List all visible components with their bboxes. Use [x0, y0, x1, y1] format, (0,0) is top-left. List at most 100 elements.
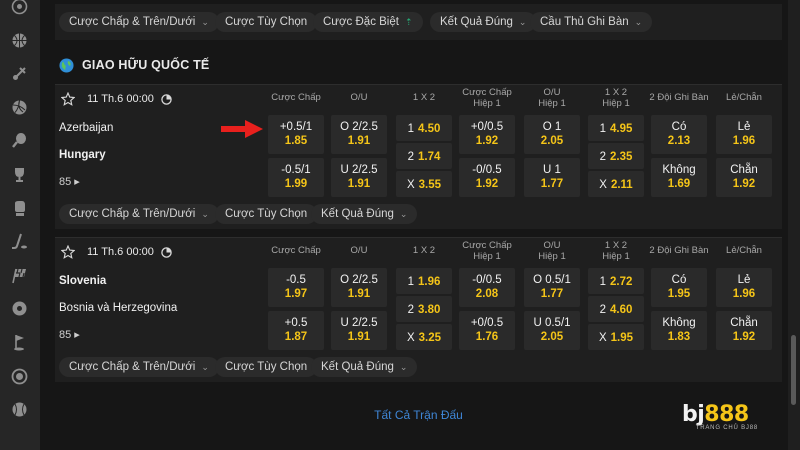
odds-line: Có — [671, 274, 687, 286]
badminton-icon[interactable] — [11, 65, 28, 82]
trophy-icon[interactable] — [11, 166, 28, 183]
market-chip-0[interactable]: Cược Chấp & Trên/Dưới ⌄ — [59, 12, 219, 32]
odds-button[interactable]: X 1.95 — [588, 324, 644, 350]
odds-button[interactable]: 2 1.74 — [396, 143, 452, 169]
odds-button[interactable]: O 2/2.5 1.91 — [331, 268, 387, 307]
ball-icon[interactable] — [11, 300, 28, 317]
odds-button[interactable]: -0/0.5 2.08 — [459, 268, 515, 307]
odds-price: 1.87 — [284, 331, 308, 343]
odds-button[interactable]: X 3.55 — [396, 171, 452, 197]
favorite-star-icon[interactable] — [61, 92, 75, 106]
chip-label: Cược Đặc Biệt — [323, 16, 399, 28]
racing-flag-icon[interactable] — [11, 267, 28, 284]
odds-price: 1.69 — [667, 178, 691, 190]
chevron-right-icon: ▸ — [71, 329, 80, 341]
odds-button[interactable]: Lẻ 1.96 — [716, 268, 772, 307]
odds-price: 2.08 — [475, 288, 499, 300]
match-market-chip-1[interactable]: Cược Tùy Chọn — [215, 357, 318, 377]
odds-button[interactable]: -0.5 1.97 — [268, 268, 324, 307]
volleyball-icon[interactable] — [11, 99, 28, 116]
odds-button[interactable]: +0/0.5 1.76 — [459, 311, 515, 350]
chip-label: Cầu Thủ Ghi Bàn — [540, 16, 629, 28]
odds-price: 1.83 — [667, 331, 691, 343]
golf-icon[interactable] — [11, 334, 28, 351]
odds-button[interactable]: 2 2.35 — [588, 143, 644, 169]
odds-button[interactable]: U 0.5/1 2.05 — [524, 311, 580, 350]
market-chip-3[interactable]: Kết Quả Đúng ⌄ — [430, 12, 537, 32]
odds-button[interactable]: Không 1.83 — [651, 311, 707, 350]
favorite-star-icon[interactable] — [61, 245, 75, 259]
target-icon[interactable] — [11, 368, 28, 385]
market-chip-2[interactable]: Cược Đặc Biệt ⇡ — [313, 12, 423, 32]
odds-price: 1.99 — [284, 178, 308, 190]
odds-button[interactable]: O 0.5/1 1.77 — [524, 268, 580, 307]
basketball-icon[interactable] — [11, 32, 28, 49]
odds-button[interactable]: Chẵn 1.92 — [716, 311, 772, 350]
baseball-icon[interactable] — [11, 401, 28, 418]
hockey-icon[interactable] — [11, 233, 28, 250]
market-chip-1[interactable]: Cược Tùy Chọn — [215, 12, 318, 32]
odds-button[interactable]: Chẵn 1.92 — [716, 158, 772, 197]
odds-button[interactable]: Có 2.13 — [651, 115, 707, 154]
odds-price: 2.35 — [610, 151, 633, 163]
match-market-chip-0[interactable]: Cược Chấp & Trên/Dưới ⌄ — [59, 357, 219, 377]
odds-button[interactable]: 2 4.60 — [588, 296, 644, 322]
match-market-chip-2[interactable]: Kết Quả Đúng ⌄ — [311, 204, 418, 224]
match-market-chip-0[interactable]: Cược Chấp & Trên/Dưới ⌄ — [59, 204, 219, 224]
odds-line: Không — [662, 317, 696, 329]
odds-button[interactable]: 1 4.50 — [396, 115, 452, 141]
odds-button[interactable]: Lẻ 1.96 — [716, 115, 772, 154]
column-header-line1: 1 X 2 — [412, 245, 436, 256]
odds-line: O 2/2.5 — [340, 274, 378, 286]
match-market-chip-2[interactable]: Kết Quả Đúng ⌄ — [311, 357, 418, 377]
more-markets-link[interactable]: 85 ▸ — [59, 175, 80, 188]
column-header-line1: 2 Đội Ghi Bàn — [649, 245, 709, 256]
odds-button[interactable]: 1 1.96 — [396, 268, 452, 294]
bj888-logo: bj888 TRANG CHỦ BJ88 — [682, 402, 758, 436]
odds-button[interactable]: 1 2.72 — [588, 268, 644, 294]
team-away: Bosnia và Herzegovina — [59, 302, 178, 314]
page-scrollbar[interactable] — [788, 0, 800, 450]
odds-button[interactable]: 1 4.95 — [588, 115, 644, 141]
odds-price: 2.05 — [540, 331, 564, 343]
column-header-line2: Hiệp 1 — [538, 98, 566, 109]
odds-button[interactable]: U 2/2.5 1.91 — [331, 158, 387, 197]
odds-button[interactable]: +0.5 1.87 — [268, 311, 324, 350]
chevron-right-icon: ▸ — [71, 176, 80, 188]
main-content: Cược Chấp & Trên/Dưới ⌄ Cược Tùy Chọn Cược … — [55, 0, 782, 450]
odds-button[interactable]: O 1 2.05 — [524, 115, 580, 154]
sport-icon-1[interactable] — [11, 0, 28, 15]
odds-outcome: X — [406, 179, 415, 191]
league-header[interactable]: GIAO HỮU QUỐC TẾ — [59, 55, 209, 75]
odds-button[interactable]: -0/0.5 1.92 — [459, 158, 515, 197]
odds-button[interactable]: U 1 1.77 — [524, 158, 580, 197]
odds-button[interactable]: +0.5/1 1.85 — [268, 115, 324, 154]
scroll-thumb[interactable] — [791, 335, 796, 405]
odds-button[interactable]: Không 1.69 — [651, 158, 707, 197]
all-matches-link[interactable]: Tất Cả Trận Đấu — [55, 408, 782, 422]
odds-button[interactable]: O 2/2.5 1.91 — [331, 115, 387, 154]
odds-outcome: 1 — [407, 123, 414, 135]
odds-button[interactable]: -0.5/1 1.99 — [268, 158, 324, 197]
chevron-down-icon: ⌄ — [399, 209, 408, 219]
match-card: 11 Th.6 00:00 Cược Chấp O/U 1 X 2 Cược Chấp H… — [55, 237, 782, 382]
odds-button[interactable]: 2 3.80 — [396, 296, 452, 322]
stats-icon[interactable] — [161, 246, 172, 258]
tennis-icon[interactable] — [11, 132, 28, 149]
odds-button[interactable]: X 2.11 — [588, 171, 644, 197]
odds-price: 3.80 — [418, 304, 441, 316]
red-arrow-icon — [221, 120, 263, 138]
market-chip-4[interactable]: Cầu Thủ Ghi Bàn ⌄ — [530, 12, 653, 32]
stats-icon[interactable] — [161, 93, 172, 105]
odds-button[interactable]: +0/0.5 1.92 — [459, 115, 515, 154]
odds-button[interactable]: U 2/2.5 1.91 — [331, 311, 387, 350]
chevron-down-icon: ⌄ — [634, 17, 643, 27]
boxing-icon[interactable] — [11, 200, 28, 217]
match-market-chip-1[interactable]: Cược Tùy Chọn — [215, 204, 318, 224]
more-markets-link[interactable]: 85 ▸ — [59, 328, 80, 341]
odds-outcome: X — [598, 332, 607, 344]
odds-button[interactable]: X 3.25 — [396, 324, 452, 350]
odds-button[interactable]: Có 1.95 — [651, 268, 707, 307]
odds-price: 1.92 — [732, 178, 756, 190]
odds-price: 1.92 — [475, 135, 499, 147]
